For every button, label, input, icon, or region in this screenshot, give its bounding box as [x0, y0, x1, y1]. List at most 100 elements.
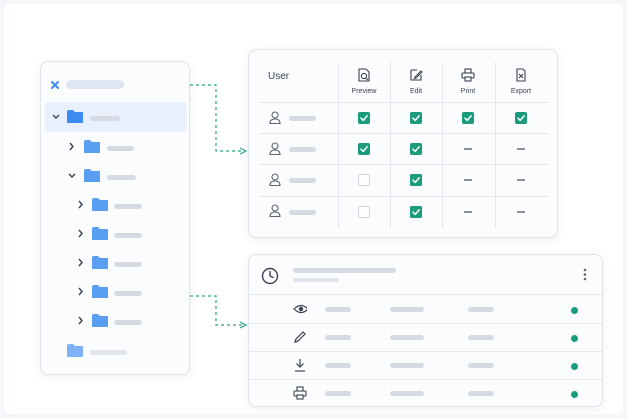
preview-icon — [358, 68, 370, 82]
tree-item-label-placeholder — [114, 320, 142, 325]
clock-icon — [261, 267, 279, 285]
activity-row[interactable] — [249, 352, 602, 380]
checkbox-checked[interactable] — [462, 112, 474, 124]
tree-item-label-placeholder — [107, 146, 134, 151]
chevron-right-icon[interactable] — [76, 315, 86, 327]
activity-title-placeholder — [293, 268, 396, 273]
tree-item-level2[interactable] — [41, 310, 189, 334]
tree-item-label-placeholder — [114, 291, 142, 296]
download-icon — [295, 359, 305, 372]
column-header-edit: Edit — [390, 62, 442, 102]
user-name-placeholder — [289, 210, 316, 215]
column-header-export: Export — [495, 62, 547, 102]
checkbox-unchecked[interactable] — [358, 206, 370, 218]
checkbox-checked[interactable] — [410, 206, 422, 218]
checkbox-checked[interactable] — [358, 112, 370, 124]
user-name-placeholder — [289, 147, 316, 152]
status-dot — [571, 335, 578, 342]
column-header-preview: Preview — [338, 62, 390, 102]
activity-subtitle-placeholder — [293, 278, 339, 282]
folder-icon — [84, 169, 100, 182]
tree-item-level2[interactable] — [41, 252, 189, 276]
folder-icon — [92, 285, 108, 298]
tree-item-label-placeholder — [90, 350, 127, 355]
tree-item-level1[interactable] — [41, 136, 189, 160]
tree-item-label-placeholder — [107, 175, 136, 180]
user-icon — [269, 142, 281, 155]
pencil-icon — [294, 331, 306, 343]
user-icon — [269, 173, 281, 186]
activity-row[interactable] — [249, 296, 602, 324]
checkbox-checked[interactable] — [410, 112, 422, 124]
checkbox-checked[interactable] — [410, 174, 422, 186]
activity-field-placeholder — [325, 307, 351, 312]
folder-icon — [92, 314, 108, 327]
tree-item-label-placeholder — [114, 233, 142, 238]
column-label: Export — [510, 88, 532, 95]
chevron-right-icon[interactable] — [76, 257, 86, 269]
user-icon — [269, 204, 281, 217]
more-options-icon[interactable] — [583, 268, 587, 282]
activity-header — [249, 255, 602, 295]
tree-item-label-placeholder — [114, 262, 142, 267]
tree-item-level1-expanded[interactable] — [41, 165, 189, 189]
eye-icon — [293, 304, 307, 314]
activity-row[interactable] — [249, 324, 602, 352]
edit-icon — [410, 69, 423, 81]
activity-field-placeholder — [325, 391, 351, 396]
activity-field-placeholder — [390, 363, 424, 368]
checkbox-unchecked[interactable] — [358, 174, 370, 186]
activity-panel — [248, 254, 603, 407]
tree-item-level2[interactable] — [41, 281, 189, 305]
status-dot — [571, 391, 578, 398]
checkbox-checked[interactable] — [515, 112, 527, 124]
activity-field-placeholder — [468, 391, 494, 396]
folder-icon — [92, 198, 108, 211]
export-icon — [516, 68, 526, 82]
chevron-right-icon[interactable] — [76, 228, 86, 240]
activity-field-placeholder — [468, 307, 494, 312]
chevron-right-icon[interactable] — [67, 141, 77, 153]
chevron-down-icon[interactable] — [67, 170, 77, 182]
print-icon — [461, 68, 475, 82]
tree-item-level2[interactable] — [41, 223, 189, 247]
activity-field-placeholder — [468, 363, 494, 368]
folder-icon — [67, 110, 83, 123]
chevron-right-icon[interactable] — [76, 286, 86, 298]
tree-title-placeholder — [66, 80, 124, 89]
folder-icon — [92, 256, 108, 269]
tree-item-level2[interactable] — [41, 194, 189, 218]
folder-tree-panel — [40, 61, 190, 375]
column-label: Edit — [409, 88, 423, 95]
column-label: Preview — [351, 88, 377, 95]
user-icon — [269, 111, 281, 124]
user-name-placeholder — [289, 116, 316, 121]
chevron-down-icon[interactable] — [51, 111, 61, 123]
not-applicable-dash — [517, 148, 525, 150]
status-dot — [571, 307, 578, 314]
not-applicable-dash — [464, 148, 472, 150]
not-applicable-dash — [464, 179, 472, 181]
activity-field-placeholder — [390, 335, 424, 340]
column-label: Print — [460, 88, 476, 95]
tree-item-label-placeholder — [90, 116, 120, 121]
not-applicable-dash — [517, 179, 525, 181]
tree-item-label-placeholder — [114, 204, 142, 209]
folder-icon — [84, 140, 100, 153]
permissions-panel: User Preview Edit Print Export — [248, 49, 558, 238]
user-column-header: User — [268, 71, 290, 82]
close-icon[interactable] — [50, 80, 60, 90]
tree-item-root-2[interactable] — [41, 340, 189, 364]
not-applicable-dash — [517, 211, 525, 213]
permissions-table: User Preview Edit Print Export — [259, 62, 549, 228]
activity-row[interactable] — [249, 380, 602, 408]
checkbox-checked[interactable] — [358, 143, 370, 155]
status-dot — [571, 363, 578, 370]
activity-field-placeholder — [390, 391, 424, 396]
activity-field-placeholder — [390, 307, 424, 312]
chevron-right-icon[interactable] — [76, 199, 86, 211]
tree-item-root[interactable] — [41, 106, 189, 130]
checkbox-checked[interactable] — [410, 143, 422, 155]
activity-field-placeholder — [325, 363, 351, 368]
user-name-placeholder — [289, 178, 316, 183]
